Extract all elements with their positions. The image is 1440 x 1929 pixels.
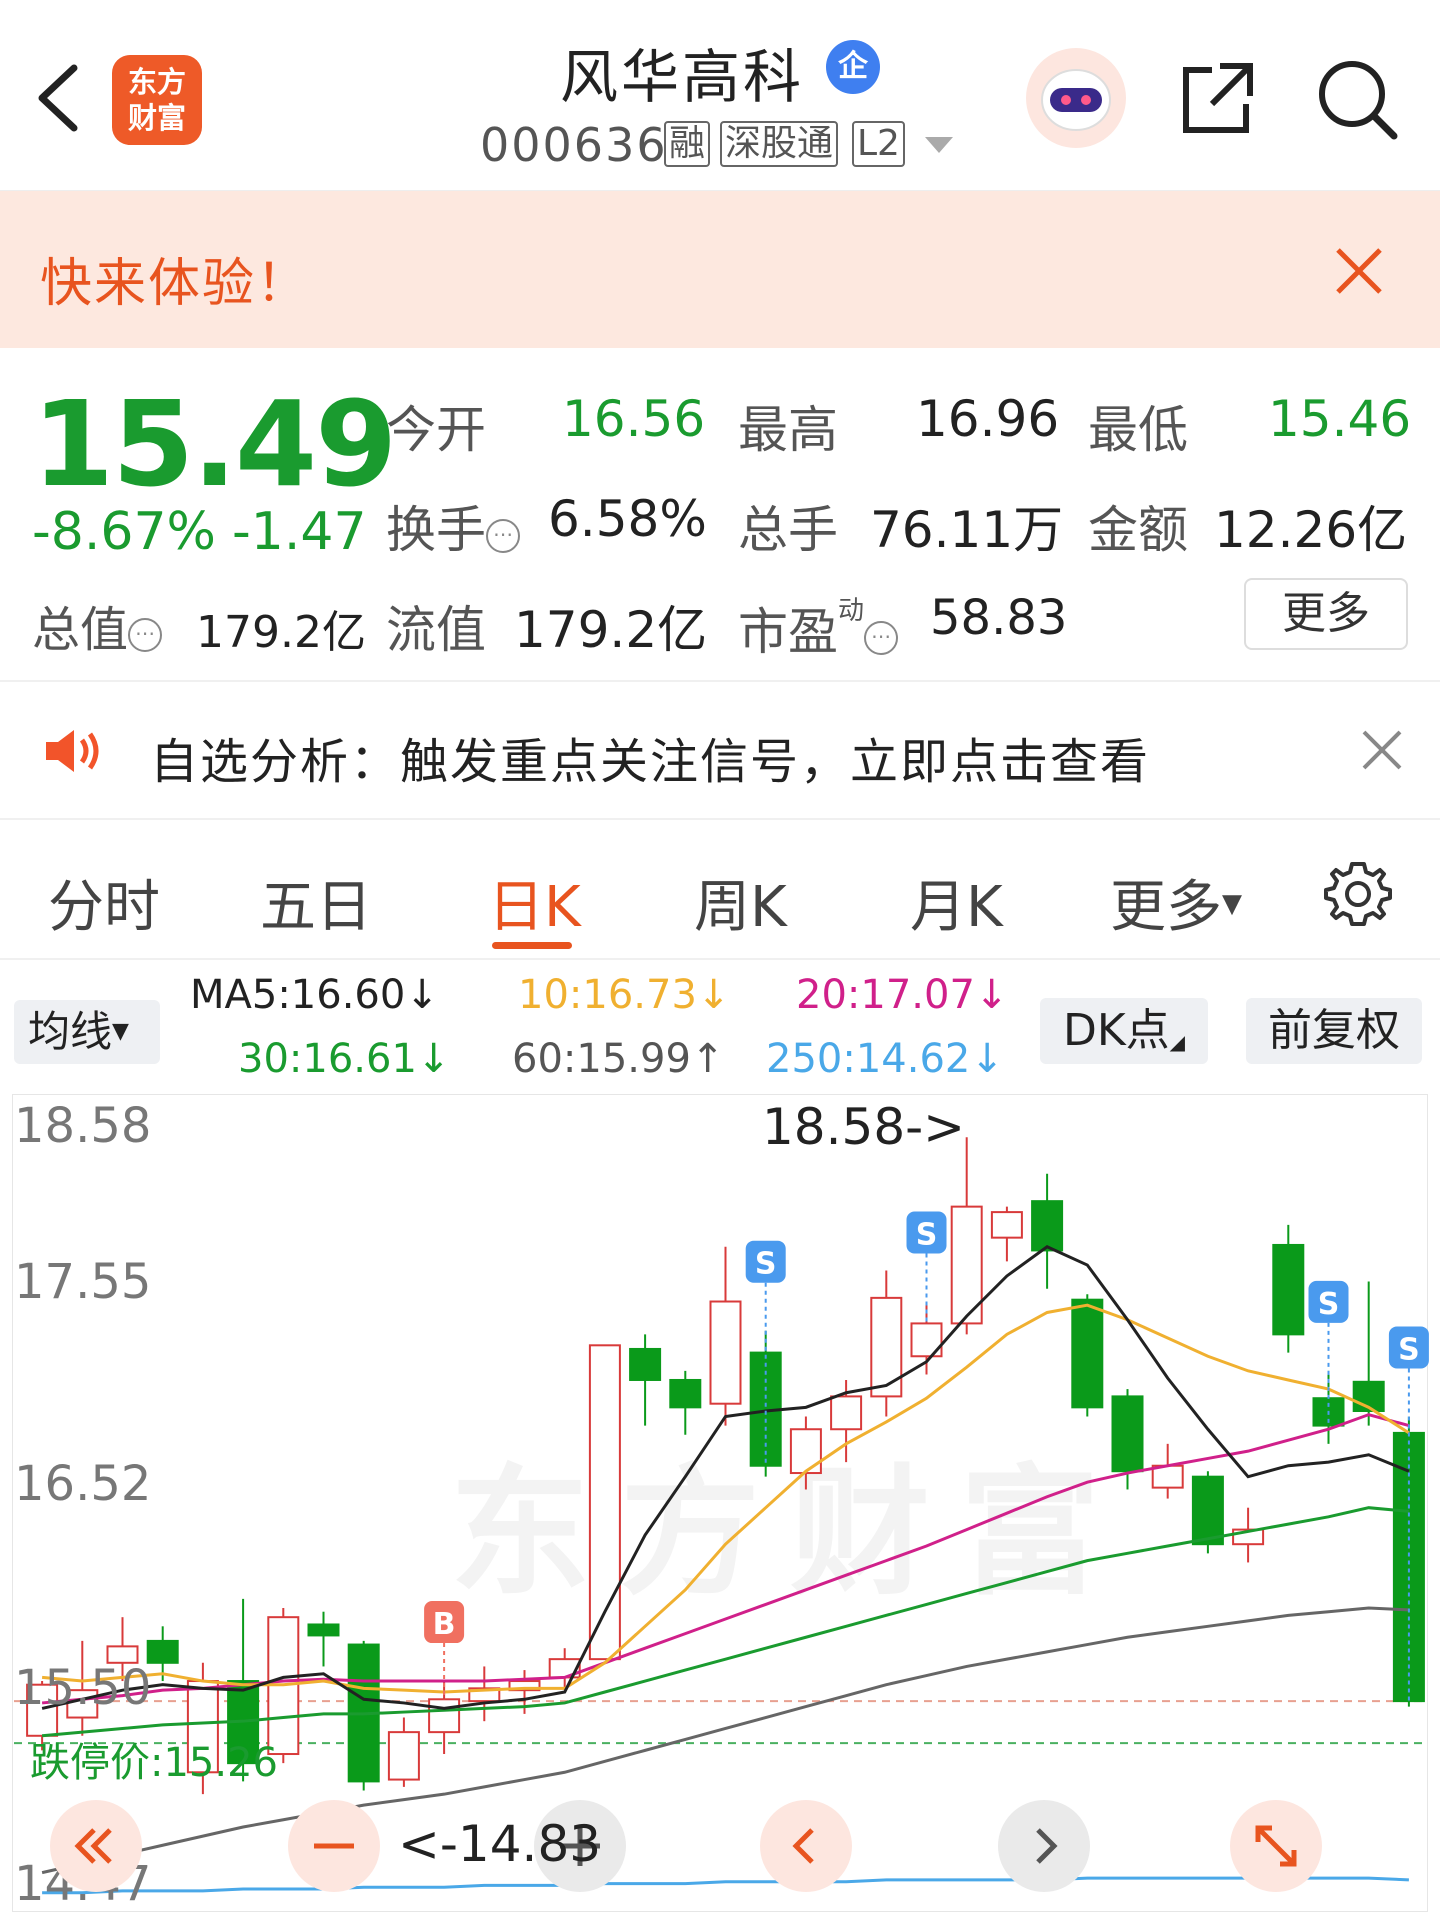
- kline-chart[interactable]: B S S S S: [0, 0, 1440, 1929]
- zoom-out-icon: [314, 1843, 354, 1849]
- candle-body: [990, 1211, 1023, 1239]
- next-button[interactable]: [998, 1800, 1090, 1892]
- low-marker: <-14.83: [398, 1815, 602, 1873]
- y-axis-label: 15.50: [14, 1660, 152, 1716]
- candle-body: [1111, 1395, 1144, 1473]
- high-marker: 18.58->: [762, 1098, 966, 1156]
- scroll-left-fast-button[interactable]: [50, 1800, 142, 1892]
- app-root: 东方 财富 风华高科 企 000636 融 深股通 L2 快来体验！ 15.49…: [0, 0, 1440, 1929]
- candle-body: [146, 1639, 179, 1664]
- signal-label: S: [1318, 1287, 1340, 1322]
- candle-body: [428, 1698, 461, 1734]
- candle-body: [307, 1623, 340, 1637]
- limit-down-label: 跌停价:15.26: [30, 1740, 278, 1786]
- candle-body: [387, 1731, 420, 1781]
- y-axis-label: 16.52: [14, 1456, 152, 1512]
- candle-body: [669, 1378, 702, 1409]
- candle-body: [1071, 1298, 1104, 1409]
- candle-body: [1031, 1200, 1064, 1252]
- left-double-icon: [74, 1828, 112, 1864]
- y-axis-label: 17.55: [14, 1254, 152, 1310]
- candle-body: [709, 1300, 742, 1405]
- ma250-line: [42, 1876, 1409, 1895]
- fullscreen-button[interactable]: [1230, 1800, 1322, 1892]
- previous-button[interactable]: [760, 1800, 852, 1892]
- y-axis-label: 18.58: [14, 1098, 152, 1154]
- candle-body: [1272, 1243, 1305, 1336]
- fullscreen-icon: [1255, 1825, 1297, 1867]
- candle-body: [1191, 1475, 1224, 1546]
- signal-label: S: [755, 1247, 777, 1282]
- zoom-out-button[interactable]: [288, 1800, 380, 1892]
- candle-body: [830, 1395, 863, 1431]
- signal-label: S: [1398, 1332, 1420, 1367]
- candle-body: [789, 1428, 822, 1475]
- candle-body: [629, 1347, 662, 1381]
- signal-label: S: [916, 1218, 938, 1253]
- prev-icon: [792, 1828, 814, 1864]
- signal-label: B: [433, 1607, 456, 1642]
- next-icon: [1036, 1828, 1058, 1864]
- candle-body: [870, 1296, 903, 1398]
